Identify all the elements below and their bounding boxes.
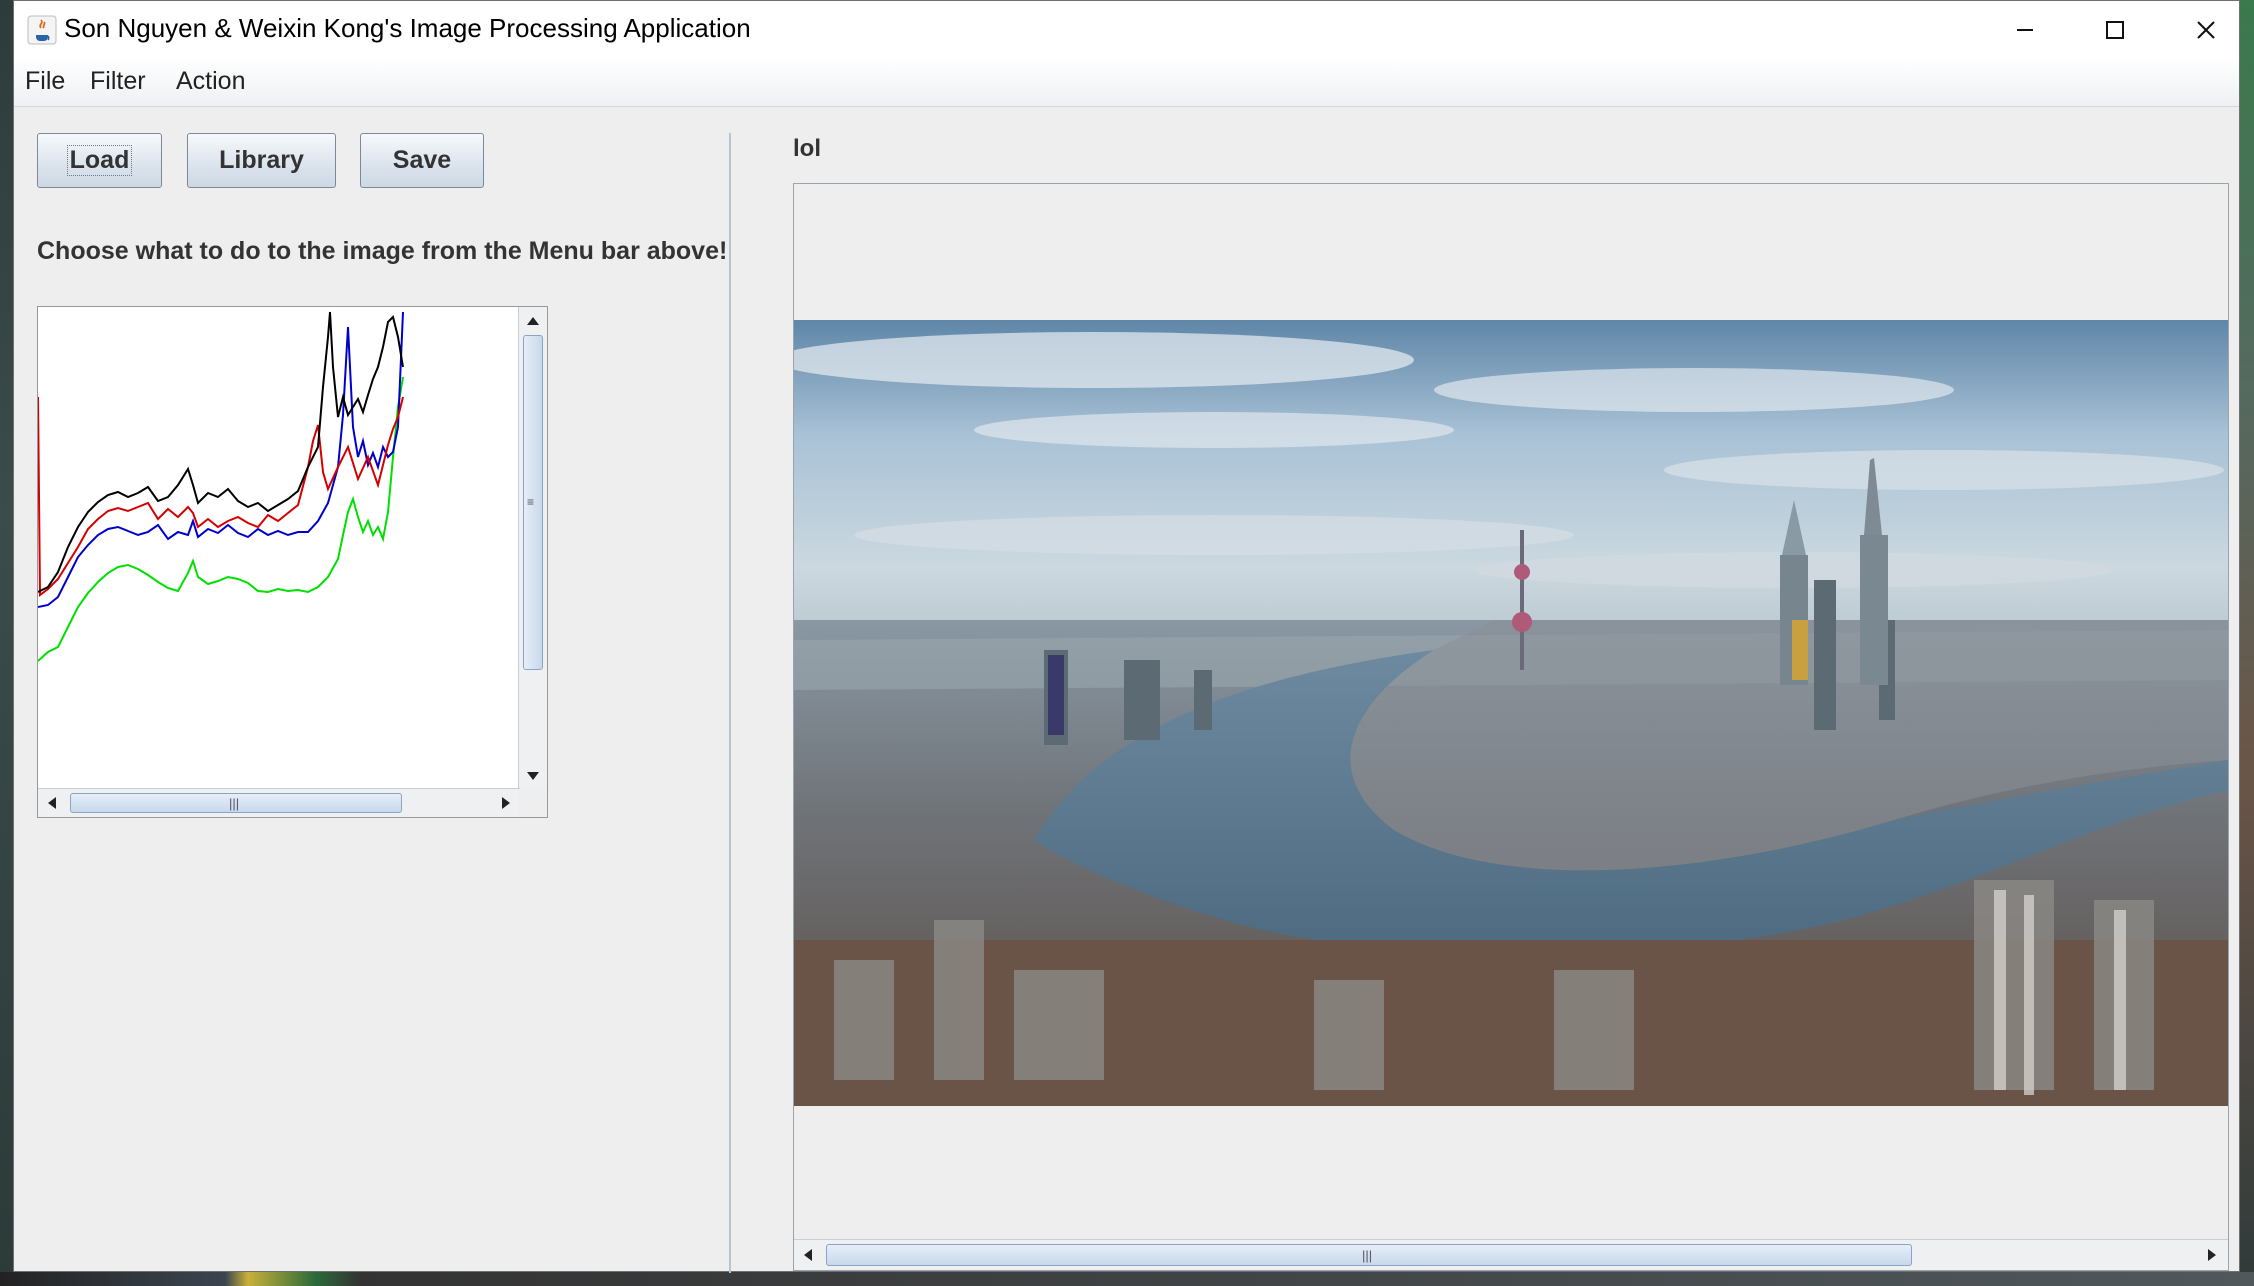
desktop-background-right: [2240, 0, 2254, 1286]
maximize-button[interactable]: [2069, 1, 2161, 58]
grip-icon: |||: [229, 796, 240, 811]
library-button-label: Library: [219, 146, 304, 174]
close-icon: [2197, 20, 2215, 39]
instruction-text: Choose what to do to the image from the …: [37, 237, 728, 265]
histogram-luminance-line: [38, 311, 404, 593]
menu-file[interactable]: File: [25, 67, 65, 96]
scroll-corner: [519, 789, 547, 817]
load-button[interactable]: Load: [37, 133, 162, 188]
save-button-label: Save: [392, 146, 452, 174]
load-button-label: Load: [66, 145, 133, 176]
scroll-up-arrow-icon[interactable]: [519, 307, 547, 335]
menu-action[interactable]: Action: [176, 67, 245, 96]
save-button[interactable]: Save: [360, 133, 484, 188]
scroll-right-arrow-icon[interactable]: [492, 789, 520, 817]
image-scroll-pane[interactable]: |||: [793, 183, 2229, 1271]
grip-icon: ≡: [527, 495, 535, 509]
scroll-right-arrow-icon[interactable]: [2198, 1241, 2226, 1269]
grip-icon: |||: [1362, 1248, 1373, 1263]
library-button[interactable]: Library: [187, 133, 336, 188]
close-button[interactable]: [2160, 1, 2252, 58]
histogram-vertical-scrollbar[interactable]: ≡: [518, 307, 547, 790]
maximize-icon: [2106, 20, 2124, 39]
control-panel: Load Library Save Choose what to do to t…: [14, 107, 729, 1273]
title-bar[interactable]: Son Nguyen & Weixin Kong's Image Process…: [14, 1, 2239, 58]
minimize-icon: [2017, 28, 2033, 31]
histogram-vertical-thumb[interactable]: ≡: [523, 335, 543, 670]
image-horizontal-thumb[interactable]: |||: [826, 1244, 1912, 1266]
histogram-scroll-pane[interactable]: ≡ |||: [37, 306, 548, 818]
desktop-background-left: [0, 0, 14, 1286]
image-panel: lol |||: [731, 107, 2239, 1273]
scroll-left-arrow-icon[interactable]: [794, 1241, 822, 1269]
menu-filter[interactable]: Filter: [90, 67, 146, 96]
java-icon: [27, 15, 57, 45]
app-window: Son Nguyen & Weixin Kong's Image Process…: [13, 0, 2240, 1273]
taskbar-strip: [0, 1272, 2254, 1286]
histogram-chart: [38, 311, 404, 662]
menu-bar: File Filter Action: [14, 58, 2239, 107]
image-title: lol: [793, 135, 821, 162]
histogram-horizontal-thumb[interactable]: |||: [70, 793, 402, 813]
scroll-down-arrow-icon[interactable]: [519, 762, 547, 790]
scroll-left-arrow-icon[interactable]: [38, 789, 66, 817]
histogram-horizontal-scrollbar[interactable]: |||: [38, 788, 520, 817]
window-title: Son Nguyen & Weixin Kong's Image Process…: [64, 13, 751, 43]
histogram-blue-line: [38, 311, 404, 608]
minimize-button[interactable]: [1979, 1, 2071, 58]
histogram-green-line: [38, 376, 404, 662]
image-horizontal-scrollbar[interactable]: |||: [794, 1239, 2228, 1270]
city-skyline-image: [794, 320, 2228, 1106]
